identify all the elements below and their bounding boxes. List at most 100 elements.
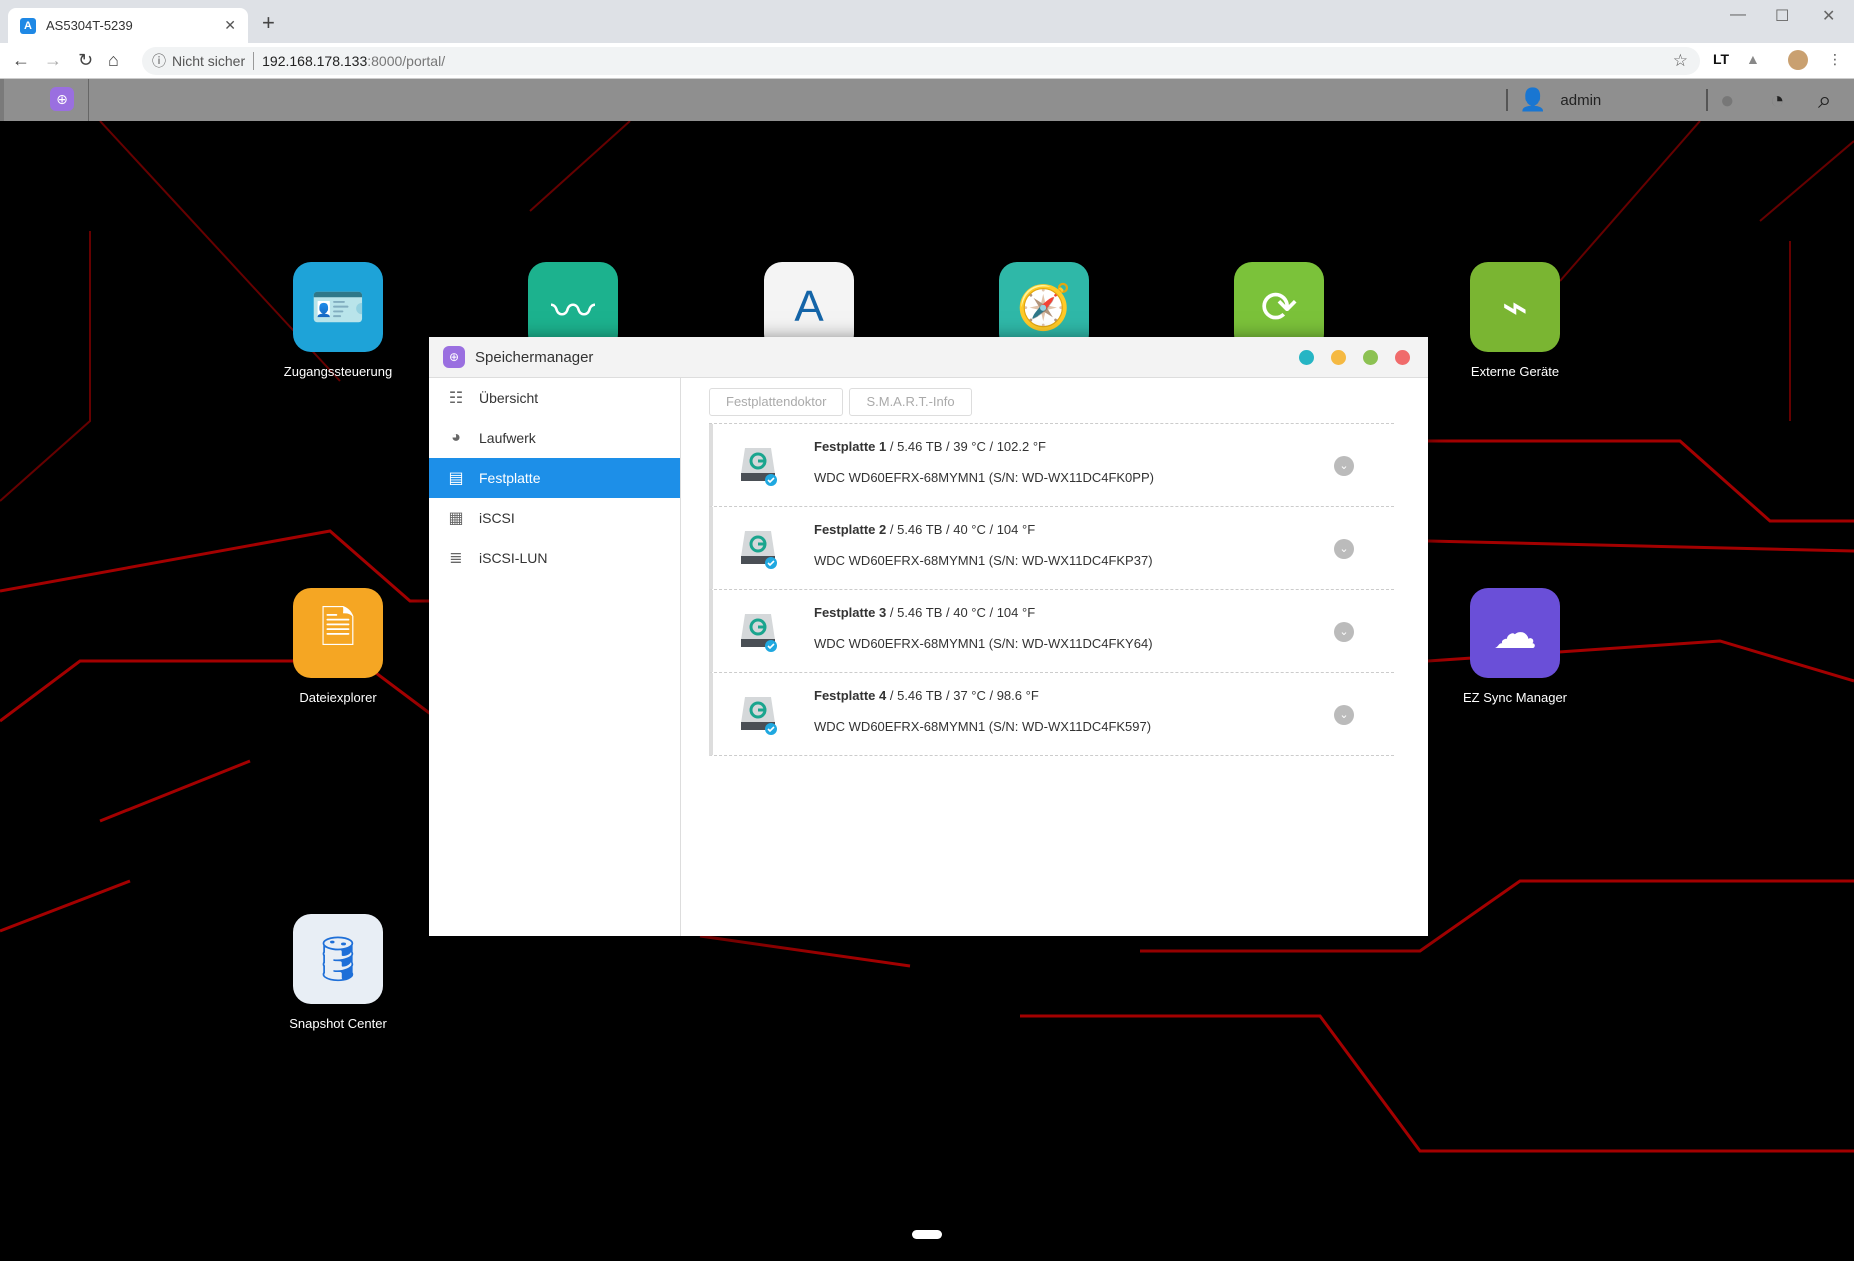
security-label: Nicht sicher [172, 53, 246, 69]
snapshot-icon: 🛢 [293, 914, 383, 1004]
user-menu[interactable]: 👤 admin [1519, 87, 1601, 113]
file-explorer-icon: 🗎 [293, 588, 383, 678]
disk-row[interactable]: Festplatte 1 / 5.46 TB / 39 °C / 102.2 °… [709, 424, 1394, 507]
usb-drive-icon: ⌁ [1470, 262, 1560, 352]
favicon-icon: A [20, 17, 36, 34]
volume-icon: ◕ [451, 429, 461, 446]
id-card-icon: 🪪 [293, 262, 383, 352]
profile-avatar[interactable] [1788, 50, 1808, 70]
sidebar-item-label: Übersicht [479, 390, 539, 406]
app-ez-sync[interactable]: ☁ EZ Sync Manager [1435, 588, 1595, 705]
info-icon: ⓘ [152, 53, 166, 69]
desktop-page-indicator[interactable] [912, 1230, 942, 1239]
iscsi-icon: ▦ [448, 510, 464, 527]
divider [88, 79, 89, 121]
app-externe-geraete[interactable]: ⌁ Externe Geräte [1435, 262, 1595, 379]
storage-manager-app-icon: ⊕ [443, 346, 465, 368]
close-window-button[interactable]: ✕ [1822, 6, 1835, 26]
bell-icon[interactable]: ● [1720, 87, 1735, 115]
disk-panel: Festplattendoktor S.M.A.R.T.-Info Festpla… [709, 388, 1394, 756]
app-snapshot-center[interactable]: 🛢 Snapshot Center [258, 914, 418, 1031]
hard-disk-icon [741, 614, 777, 652]
disk-title: Festplatte 4 / 5.46 TB / 37 °C / 98.6 °F [814, 688, 1039, 703]
divider [1506, 89, 1508, 111]
app-dateiexplorer[interactable]: 🗎 Dateiexplorer [258, 588, 418, 705]
chevron-down-icon[interactable]: ⌄ [1334, 622, 1354, 642]
new-tab-button[interactable]: + [262, 10, 275, 36]
storage-manager-taskbar-icon[interactable]: ⊕ [50, 87, 74, 111]
disk-title: Festplatte 1 / 5.46 TB / 39 °C / 102.2 °… [814, 439, 1046, 454]
chevron-down-icon[interactable]: ⌄ [1334, 705, 1354, 725]
minimize-button[interactable]: — [1730, 6, 1746, 24]
maximize-button[interactable]: ☐ [1775, 6, 1789, 26]
tab-close-icon[interactable]: ✕ [224, 17, 236, 34]
disk-model: WDC WD60EFRX-68MYMN1 (S/N: WD-WX11DC4FKP… [814, 553, 1153, 568]
minimize-window-button[interactable] [1331, 350, 1346, 365]
hard-disk-icon [741, 448, 777, 486]
disk-row[interactable]: Festplatte 4 / 5.46 TB / 37 °C / 98.6 °F… [709, 673, 1394, 756]
browser-tab[interactable]: A AS5304T-5239 ✕ [8, 8, 248, 43]
hard-disk-icon [741, 531, 777, 569]
app-label: Zugangssteuerung [283, 364, 393, 379]
dashboard-icon[interactable]: ◔ [1770, 87, 1785, 115]
sidebar-item-uebersicht[interactable]: ☷ Übersicht [429, 378, 680, 418]
disk-list: Festplatte 1 / 5.46 TB / 39 °C / 102.2 °… [709, 423, 1394, 756]
url-path: :8000/portal/ [367, 53, 446, 69]
disk-title: Festplatte 2 / 5.46 TB / 40 °C / 104 °F [814, 522, 1036, 537]
disk-row[interactable]: Festplatte 3 / 5.46 TB / 40 °C / 104 °F … [709, 590, 1394, 673]
cloud-sync-icon: ☁ [1470, 588, 1560, 678]
bookmark-star-icon[interactable]: ☆ [1673, 51, 1688, 71]
close-app-button[interactable] [1395, 350, 1410, 365]
disk-row[interactable]: Festplatte 2 / 5.46 TB / 40 °C / 104 °F … [709, 507, 1394, 590]
sidebar-item-iscsi[interactable]: ▦ iSCSI [429, 498, 680, 538]
disk-model: WDC WD60EFRX-68MYMN1 (S/N: WD-WX11DC4FK0… [814, 470, 1154, 485]
disk-icon: ▤ [448, 470, 464, 487]
languagetool-extension-icon[interactable]: LT [1713, 51, 1729, 67]
forward-icon[interactable]: → [44, 50, 62, 71]
menu-icon[interactable]: ⋮ [1828, 51, 1842, 68]
sidebar: ☷ Übersicht ◕ Laufwerk ▤ Festplatte ▦ iSCSI … [429, 378, 681, 936]
disk-model: WDC WD60EFRX-68MYMN1 (S/N: WD-WX11DC4FKY… [814, 636, 1153, 651]
disk-title: Festplatte 3 / 5.46 TB / 40 °C / 104 °F [814, 605, 1036, 620]
window-title: Speichermanager [475, 348, 594, 366]
lun-icon: ≣ [449, 550, 463, 567]
back-icon[interactable]: ← [12, 50, 30, 71]
list-icon: ☷ [448, 390, 464, 407]
app-label: EZ Sync Manager [1462, 690, 1568, 705]
sidebar-item-label: Laufwerk [479, 430, 536, 446]
festplattendoktor-button[interactable]: Festplattendoktor [709, 388, 844, 416]
reload-icon[interactable]: ↻ [78, 50, 93, 71]
address-bar[interactable]: ⓘ Nicht sicher 192.168.178.133 :8000/por… [142, 47, 1700, 75]
app-zugangssteuerung[interactable]: 🪪 Zugangssteuerung [258, 262, 418, 379]
search-icon[interactable]: ⌕ [1818, 87, 1831, 115]
chevron-down-icon[interactable]: ⌄ [1334, 539, 1354, 559]
drive-extension-icon[interactable]: ▲ [1746, 51, 1760, 67]
hard-disk-icon [741, 697, 777, 735]
tab-title: AS5304T-5239 [46, 18, 133, 33]
app-label: Externe Geräte [1470, 364, 1560, 379]
help-button[interactable] [1299, 350, 1314, 365]
storage-manager-window: ⊕ Speichermanager ☷ Übersicht ◕ Laufwerk ▤… [429, 337, 1428, 936]
username: admin [1560, 91, 1602, 109]
address-toolbar: ← → ↻ ⌂ ⓘ Nicht sicher 192.168.178.133 :… [0, 43, 1854, 79]
app-label: Dateiexplorer [299, 690, 377, 705]
divider [253, 52, 255, 70]
sidebar-item-festplatte[interactable]: ▤ Festplatte [429, 458, 680, 498]
app-label: Snapshot Center [289, 1016, 387, 1031]
home-icon[interactable]: ⌂ [108, 50, 119, 71]
nas-taskbar: ⊕ 👤 admin ● ◔ ⌕ [0, 79, 1854, 121]
sidebar-item-label: iSCSI [479, 510, 515, 526]
url-host: 192.168.178.133 [262, 53, 368, 69]
user-icon: 👤 [1519, 87, 1547, 112]
window-titlebar[interactable]: ⊕ Speichermanager [429, 337, 1428, 378]
browser-tab-bar: A AS5304T-5239 ✕ + — ☐ ✕ [0, 0, 1854, 43]
sidebar-item-iscsi-lun[interactable]: ≣ iSCSI-LUN [429, 538, 680, 578]
sidebar-item-laufwerk[interactable]: ◕ Laufwerk [429, 418, 680, 458]
sidebar-item-label: Festplatte [479, 470, 541, 486]
chevron-down-icon[interactable]: ⌄ [1334, 456, 1354, 476]
smart-info-button[interactable]: S.M.A.R.T.-Info [849, 388, 972, 416]
disk-model: WDC WD60EFRX-68MYMN1 (S/N: WD-WX11DC4FK5… [814, 719, 1152, 734]
divider [1706, 89, 1708, 111]
maximize-window-button[interactable] [1363, 350, 1378, 365]
sidebar-item-label: iSCSI-LUN [479, 550, 548, 566]
